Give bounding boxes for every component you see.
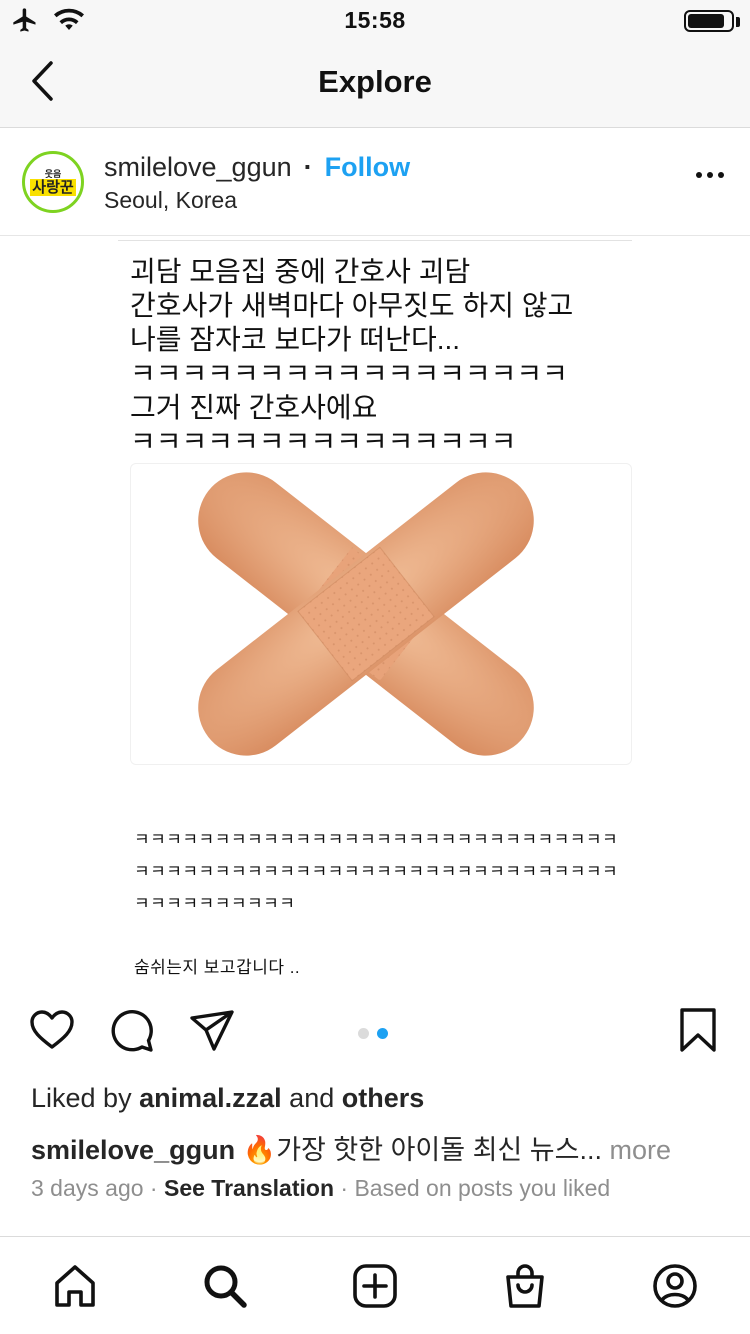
home-icon[interactable] (50, 1261, 100, 1311)
carousel-indicator (358, 1028, 388, 1039)
username-link[interactable]: smilelove_ggun (104, 152, 292, 183)
likes-line: Liked by animal.zzal and others (31, 1083, 424, 1114)
bandage-image (130, 463, 632, 765)
caption-line: ㅋㅋㅋㅋㅋㅋㅋㅋㅋㅋㅋㅋㅋㅋㅋㅋㅋㅋㅋㅋㅋㅋㅋㅋㅋㅋㅋㅋㅋㅋ (134, 862, 619, 881)
likes-prefix: Liked by (31, 1083, 132, 1113)
post-header: 웃음 사랑꾼 smilelove_ggun · Follow Seoul, Ko… (0, 128, 750, 236)
user-line: smilelove_ggun · Follow (104, 152, 410, 183)
avatar[interactable]: 웃음 사랑꾼 (22, 151, 84, 213)
post-caption: smilelove_ggun 🔥가장 핫한 아이돌 최신 뉴스... more (31, 1128, 731, 1167)
battery-fill (688, 14, 724, 28)
post-time: 3 days ago (31, 1175, 144, 1201)
meme-line: ㅋㅋㅋㅋㅋㅋㅋㅋㅋㅋㅋㅋㅋㅋㅋ (130, 426, 517, 457)
shop-icon[interactable] (500, 1261, 550, 1311)
fire-emoji: 🔥 (242, 1135, 277, 1165)
caption-footer-line: 숨쉬는지 보고갑니다 .. (134, 958, 301, 977)
more-horizontal-icon[interactable] (696, 172, 724, 178)
avatar-text-big: 사랑꾼 (30, 178, 76, 196)
see-translation-link[interactable]: See Translation (164, 1175, 334, 1201)
caption-line: ㅋㅋㅋㅋㅋㅋㅋㅋㅋㅋㅋㅋㅋㅋㅋㅋㅋㅋㅋㅋㅋㅋㅋㅋㅋㅋㅋㅋㅋㅋ (134, 830, 619, 849)
profile-icon[interactable] (650, 1261, 700, 1311)
meme-line: ㅋㅋㅋㅋㅋㅋㅋㅋㅋㅋㅋㅋㅋㅋㅋㅋㅋ (130, 358, 568, 389)
battery-nub (736, 17, 740, 27)
heart-icon[interactable] (28, 1006, 76, 1059)
search-icon[interactable] (200, 1261, 250, 1311)
meme-line: 나를 잠자코 보다가 떠난다... (130, 324, 461, 355)
status-time: 15:58 (344, 7, 406, 33)
caption-line: ㅋㅋㅋㅋㅋㅋㅋㅋㅋㅋ (134, 894, 296, 913)
new-post-icon[interactable] (350, 1261, 400, 1311)
meta-dot: · (340, 1175, 349, 1201)
meta-dot: · (149, 1175, 158, 1201)
location-link[interactable]: Seoul, Korea (104, 187, 237, 214)
comment-icon[interactable] (108, 1006, 156, 1059)
nav-bar: Explore (0, 40, 750, 128)
post-media[interactable]: 괴담 모음집 중에 간호사 괴담 간호사가 새벽마다 아무짓도 하지 않고 나를… (0, 237, 750, 997)
avatar-text-small: 웃음 (44, 168, 62, 179)
liked-by-user-link[interactable]: animal.zzal (139, 1083, 282, 1113)
caption-text: 가장 핫한 아이돌 최신 뉴스... (276, 1135, 602, 1165)
meme-text-block: 괴담 모음집 중에 간호사 괴담 간호사가 새벽마다 아무짓도 하지 않고 나를… (130, 255, 573, 459)
post-meta: 3 days ago · See Translation · Based on … (31, 1175, 610, 1202)
status-bar: 15:58 (0, 0, 750, 40)
share-icon[interactable] (188, 1006, 236, 1059)
bookmark-icon[interactable] (676, 1006, 720, 1059)
more-link[interactable]: more (609, 1135, 671, 1165)
caption-username-link[interactable]: smilelove_ggun (31, 1135, 235, 1165)
page-title: Explore (318, 64, 432, 99)
media-divider (118, 240, 632, 241)
battery-icon (684, 10, 734, 32)
meme-line: 괴담 모음집 중에 간호사 괴담 (130, 256, 471, 287)
meme-line: 그거 진짜 간호사에요 (130, 392, 378, 423)
follow-button[interactable]: Follow (325, 152, 410, 183)
others-link[interactable]: others (342, 1083, 425, 1113)
carousel-dot-active (377, 1028, 388, 1039)
carousel-dot (358, 1028, 369, 1039)
likes-conjunction: and (289, 1083, 335, 1113)
separator-dot: · (303, 152, 313, 182)
action-bar (0, 1006, 750, 1066)
meme-line: 간호사가 새벽마다 아무짓도 하지 않고 (130, 290, 574, 321)
tab-bar (0, 1236, 750, 1334)
recommendation-reason: Based on posts you liked (354, 1175, 611, 1201)
